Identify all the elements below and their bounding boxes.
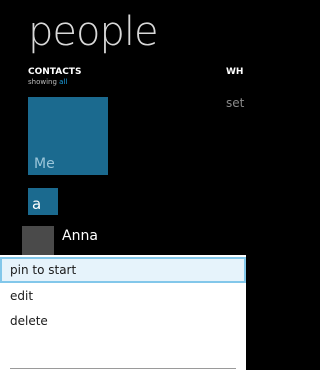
menu-item-pin-to-start[interactable]: pin to start <box>0 257 246 283</box>
section-header-contacts[interactable]: CONTACTS <box>28 68 81 77</box>
subtitle-prefix: showing <box>28 78 57 86</box>
context-menu: pin to start edit delete <box>0 255 246 370</box>
section-subtitle: showing all <box>28 79 67 86</box>
next-section-body-peek: set <box>226 96 245 110</box>
letter-group-tile[interactable]: a <box>28 188 58 215</box>
menu-divider <box>10 368 236 369</box>
contact-row[interactable]: Anna <box>22 221 222 258</box>
contact-avatar <box>22 226 54 258</box>
me-tile-label: Me <box>34 156 55 172</box>
next-section-header-peek[interactable]: WH <box>226 68 243 77</box>
menu-item-delete[interactable]: delete <box>0 308 246 334</box>
contact-name: Anna <box>62 228 98 244</box>
me-tile[interactable]: Me <box>28 97 108 175</box>
subtitle-filter-link[interactable]: all <box>59 78 67 86</box>
letter-group-label: a <box>32 195 42 213</box>
app-title: people <box>28 9 159 55</box>
menu-item-edit[interactable]: edit <box>0 283 246 309</box>
